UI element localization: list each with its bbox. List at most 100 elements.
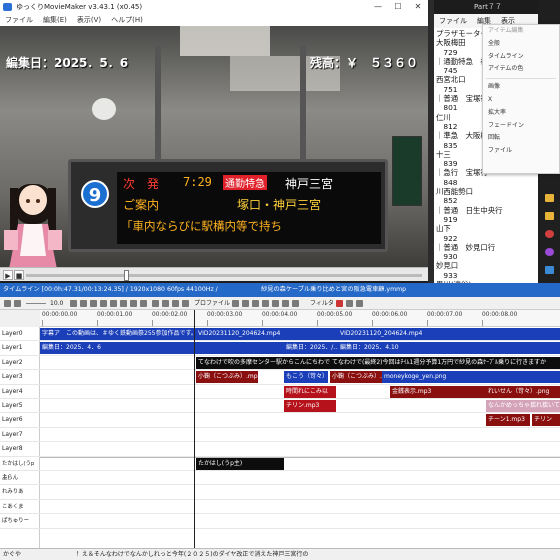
timeline-clip[interactable]: チリン xyxy=(532,414,560,427)
timeline-clip[interactable]: 編集日：2025．/… xyxy=(284,342,338,355)
layer-label[interactable]: Layer1 xyxy=(0,341,40,356)
layer-label[interactable]: たかはし(うp主) xyxy=(0,457,40,481)
profile-label[interactable]: プロファイル xyxy=(194,297,230,310)
timeline-clip[interactable]: 時間れにこみ以 xyxy=(284,385,336,398)
menu-view[interactable]: 表示(V) xyxy=(72,14,106,26)
cut-tool-icon[interactable] xyxy=(14,300,21,307)
timeline-clip[interactable]: チリン.mp3 xyxy=(284,400,336,412)
layer-label[interactable]: Layer6 xyxy=(0,413,40,428)
seek-thumb[interactable] xyxy=(124,270,129,281)
timeline-clip[interactable]: 編集日：2025．4.10 xyxy=(338,342,560,355)
magnet-icon[interactable] xyxy=(70,300,77,307)
file-icon[interactable] xyxy=(545,266,554,274)
timeline-clip[interactable]: もこう（苛々）.png xyxy=(284,371,328,384)
ctx-item[interactable]: 全般 xyxy=(483,38,559,51)
delete-icon[interactable] xyxy=(140,300,147,307)
menu-edit[interactable]: 編集(E) xyxy=(38,14,72,26)
timeline-clip[interactable]: てなわけで吹の多摩センター駅からこんにちわでございます xyxy=(196,356,330,369)
timeline-clip[interactable]: VID20231120_204624.mp4 xyxy=(338,328,560,340)
stop-button[interactable]: ■ xyxy=(14,270,24,280)
maximize-button[interactable]: ☐ xyxy=(388,0,408,14)
layer-label[interactable]: Layer4 xyxy=(0,385,40,399)
timeline-clip[interactable]: 小鞠（こつぶみ）.m xyxy=(330,371,382,384)
filter-label[interactable]: フィルタ xyxy=(310,297,334,310)
layer-label[interactable]: Layer7 xyxy=(0,428,40,443)
split-icon[interactable] xyxy=(152,300,159,307)
layer-lane[interactable] xyxy=(40,413,560,428)
export-icon[interactable] xyxy=(242,300,249,307)
undo-icon[interactable] xyxy=(100,300,107,307)
play-button[interactable]: ▶ xyxy=(3,270,13,280)
layer-label[interactable]: れみりあ xyxy=(0,485,40,500)
layer-track-area[interactable]: 字幕ア この動画は、＃ゆく鉄動画祭255参加作品です。 VID20231120_2… xyxy=(40,327,560,548)
time-ruler[interactable]: 00:00:00.00 00:00:01.00 00:00:02.00 00:00:0… xyxy=(40,310,560,327)
layer-label[interactable]: Layer0 xyxy=(0,327,40,342)
minimize-button[interactable]: — xyxy=(368,0,388,14)
folder-icon[interactable] xyxy=(545,194,554,202)
grid-icon[interactable] xyxy=(182,300,189,307)
ctx-item[interactable]: 画像 xyxy=(483,81,559,94)
redo-icon[interactable] xyxy=(110,300,117,307)
marker-icon[interactable] xyxy=(90,300,97,307)
ctx-item[interactable]: ファイル xyxy=(483,145,559,158)
layer-label[interactable]: ふらん xyxy=(0,471,40,486)
timeline-clip[interactable]: 金銭表示.mp3 xyxy=(390,385,486,398)
notepad-tab[interactable]: Part７７ xyxy=(434,0,538,14)
menu-help[interactable]: ヘルプ(H) xyxy=(106,14,148,26)
timeline-clip[interactable]: 小鞠（こつぶみ）.mp xyxy=(196,371,258,384)
text-icon[interactable] xyxy=(282,300,289,307)
select-tool-icon[interactable] xyxy=(4,300,11,307)
app-icon[interactable] xyxy=(545,248,554,256)
layer-label[interactable]: Layer5 xyxy=(0,399,40,414)
timeline-clip[interactable]: 編集日：2025．4．6 xyxy=(40,342,284,355)
solo-icon[interactable] xyxy=(356,300,363,307)
timeline-clip[interactable]: 字幕ア この動画は、＃ゆく鉄動画祭255参加作品です。 xyxy=(40,328,196,340)
ctx-item[interactable]: フェードイン xyxy=(483,120,559,133)
timeline-clip[interactable]: moneykoge_yen.png xyxy=(382,371,560,384)
audio-icon[interactable] xyxy=(262,300,269,307)
layer-lane[interactable] xyxy=(40,442,560,457)
timeline-clip[interactable]: なんかめっちゃ揺れ揺いてますね xyxy=(486,400,560,412)
copy-icon[interactable] xyxy=(120,300,127,307)
seek-track[interactable] xyxy=(26,274,422,277)
ctx-item[interactable]: 拡大率 xyxy=(483,107,559,120)
ctx-item[interactable]: X xyxy=(483,94,559,107)
speaker-name[interactable]: かぐや xyxy=(0,549,74,560)
layer-label[interactable]: Layer8 xyxy=(0,442,40,457)
paste-icon[interactable] xyxy=(130,300,137,307)
subtitle-text[interactable]: ！え＆そんなわけでなんかしれっと今年(２０２５)のダイヤ改正で消えた神戸三宮行の xyxy=(76,551,309,558)
playhead[interactable] xyxy=(194,310,195,548)
image-icon[interactable] xyxy=(292,300,299,307)
ctx-item[interactable]: アイテムの色 xyxy=(483,63,559,76)
layer-label[interactable]: ぱちゅりー xyxy=(0,514,40,529)
layer-lane[interactable] xyxy=(40,428,560,443)
timeline-clip[interactable]: VID20231120_204624.mp4 xyxy=(196,328,338,340)
group-icon[interactable] xyxy=(162,300,169,307)
timeline-clip[interactable]: れいせん（苛々）.png xyxy=(486,385,560,398)
layer-lane[interactable] xyxy=(40,456,560,471)
layer-label[interactable]: こあくま xyxy=(0,500,40,515)
timeline-clip[interactable]: てなわけで(最終2)今回はﾁｲﾑ1週分予算1万円で紗見の森ｹｰﾌﾞﾙ乗りに行きま… xyxy=(330,356,560,369)
layer-label[interactable]: Layer3 xyxy=(0,370,40,385)
lock-icon[interactable] xyxy=(80,300,87,307)
video-preview[interactable]: 編集日：2025．5．6 残高：￥ ５３６０ 9 次 発 7:29 通勤特急 神… xyxy=(0,26,428,267)
layer-lane[interactable] xyxy=(40,485,560,500)
zoom-slider[interactable] xyxy=(26,303,46,304)
save-icon[interactable] xyxy=(232,300,239,307)
layer-lane[interactable] xyxy=(40,471,560,486)
ctx-item[interactable]: 回転 xyxy=(483,132,559,145)
layer-lane[interactable] xyxy=(40,514,560,529)
align-icon[interactable] xyxy=(172,300,179,307)
folder-icon[interactable] xyxy=(545,212,554,220)
timeline-clip[interactable]: チーン1.mp3 xyxy=(486,414,530,427)
record-icon[interactable] xyxy=(336,300,343,307)
layer-label[interactable]: Layer2 xyxy=(0,356,40,371)
close-button[interactable]: ✕ xyxy=(408,0,428,14)
timeline-clip[interactable]: たかはし(うp主) xyxy=(196,457,284,470)
layer-lane[interactable] xyxy=(40,500,560,515)
mute-icon[interactable] xyxy=(346,300,353,307)
np-menu-file[interactable]: ファイル xyxy=(434,14,472,28)
video-icon[interactable] xyxy=(272,300,279,307)
menu-file[interactable]: ファイル xyxy=(0,14,38,26)
ctx-item[interactable]: タイムライン xyxy=(483,51,559,64)
